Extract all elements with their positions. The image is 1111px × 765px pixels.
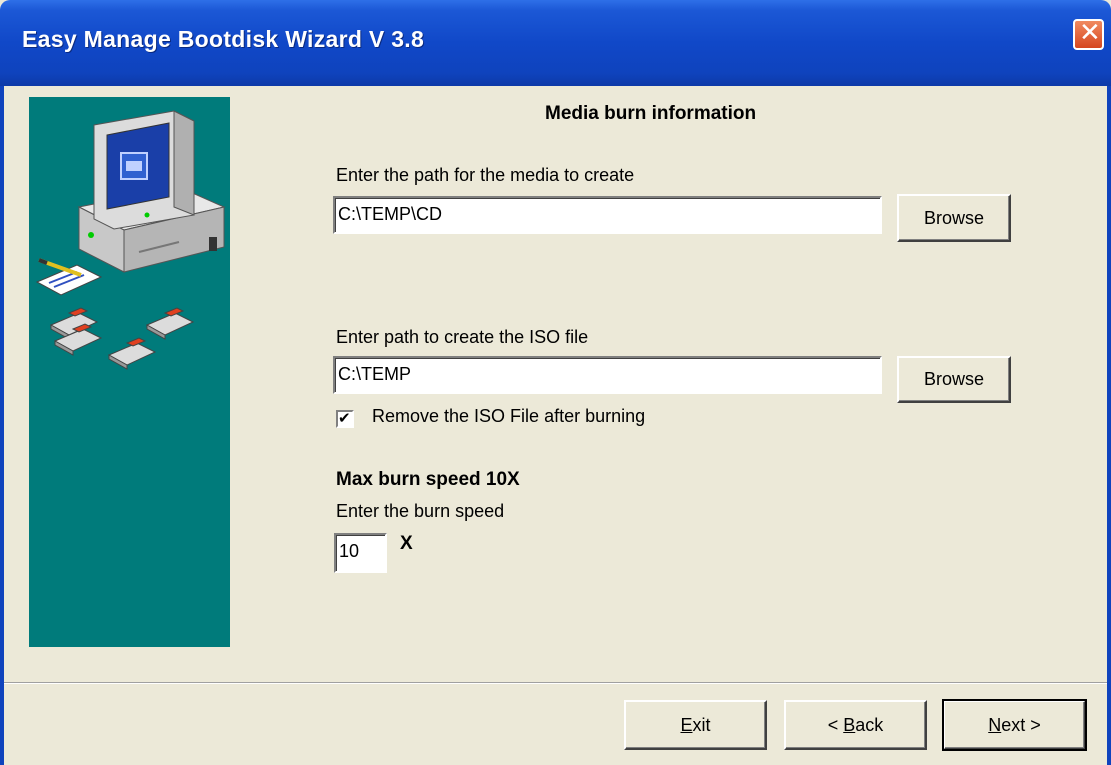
exit-button[interactable]: Exit xyxy=(624,700,767,750)
media-path-label: Enter the path for the media to create xyxy=(336,165,635,185)
burn-speed-unit: X xyxy=(400,533,413,554)
next-accel: N xyxy=(988,714,1002,735)
window-frame-left xyxy=(0,86,4,765)
exit-label-rest: xit xyxy=(692,714,711,735)
iso-path-label: Enter path to create the ISO file xyxy=(336,327,589,347)
next-button[interactable]: Next > xyxy=(942,699,1087,751)
window-title: Easy Manage Bootdisk Wizard V 3.8 xyxy=(22,26,425,52)
wizard-side-panel xyxy=(29,97,230,647)
burn-speed-input[interactable]: 10 xyxy=(334,533,387,573)
burn-speed-prompt: Enter the burn speed xyxy=(336,501,505,521)
remove-iso-label[interactable]: Remove the ISO File after burning xyxy=(372,406,645,427)
back-label-prefix: < xyxy=(827,714,844,735)
footer-separator xyxy=(4,682,1107,684)
back-label-rest: ack xyxy=(855,714,884,735)
media-path-input[interactable]: C:\TEMP\CD xyxy=(333,196,882,234)
close-button[interactable]: ✕ xyxy=(1073,18,1104,50)
computer-with-floppies-illustration xyxy=(35,110,226,370)
next-label-rest: ext > xyxy=(1001,714,1041,735)
iso-path-input[interactable]: C:\TEMP xyxy=(333,356,882,394)
close-x-icon: ✕ xyxy=(1079,18,1101,48)
back-accel: B xyxy=(843,714,856,735)
back-button[interactable]: < Back xyxy=(784,700,927,750)
remove-iso-checkbox[interactable]: ✔ xyxy=(336,409,354,428)
media-path-browse-button[interactable]: Browse xyxy=(897,194,1011,242)
iso-path-browse-button[interactable]: Browse xyxy=(897,356,1011,403)
window-frame-right xyxy=(1107,86,1111,765)
max-burn-speed-label: Max burn speed 10X xyxy=(336,469,520,490)
checkmark-icon: ✔ xyxy=(338,409,351,427)
exit-accel: E xyxy=(680,714,693,735)
title-bar[interactable]: Easy Manage Bootdisk Wizard V 3.8 ✕ xyxy=(0,0,1111,86)
page-heading: Media burn information xyxy=(545,103,757,124)
